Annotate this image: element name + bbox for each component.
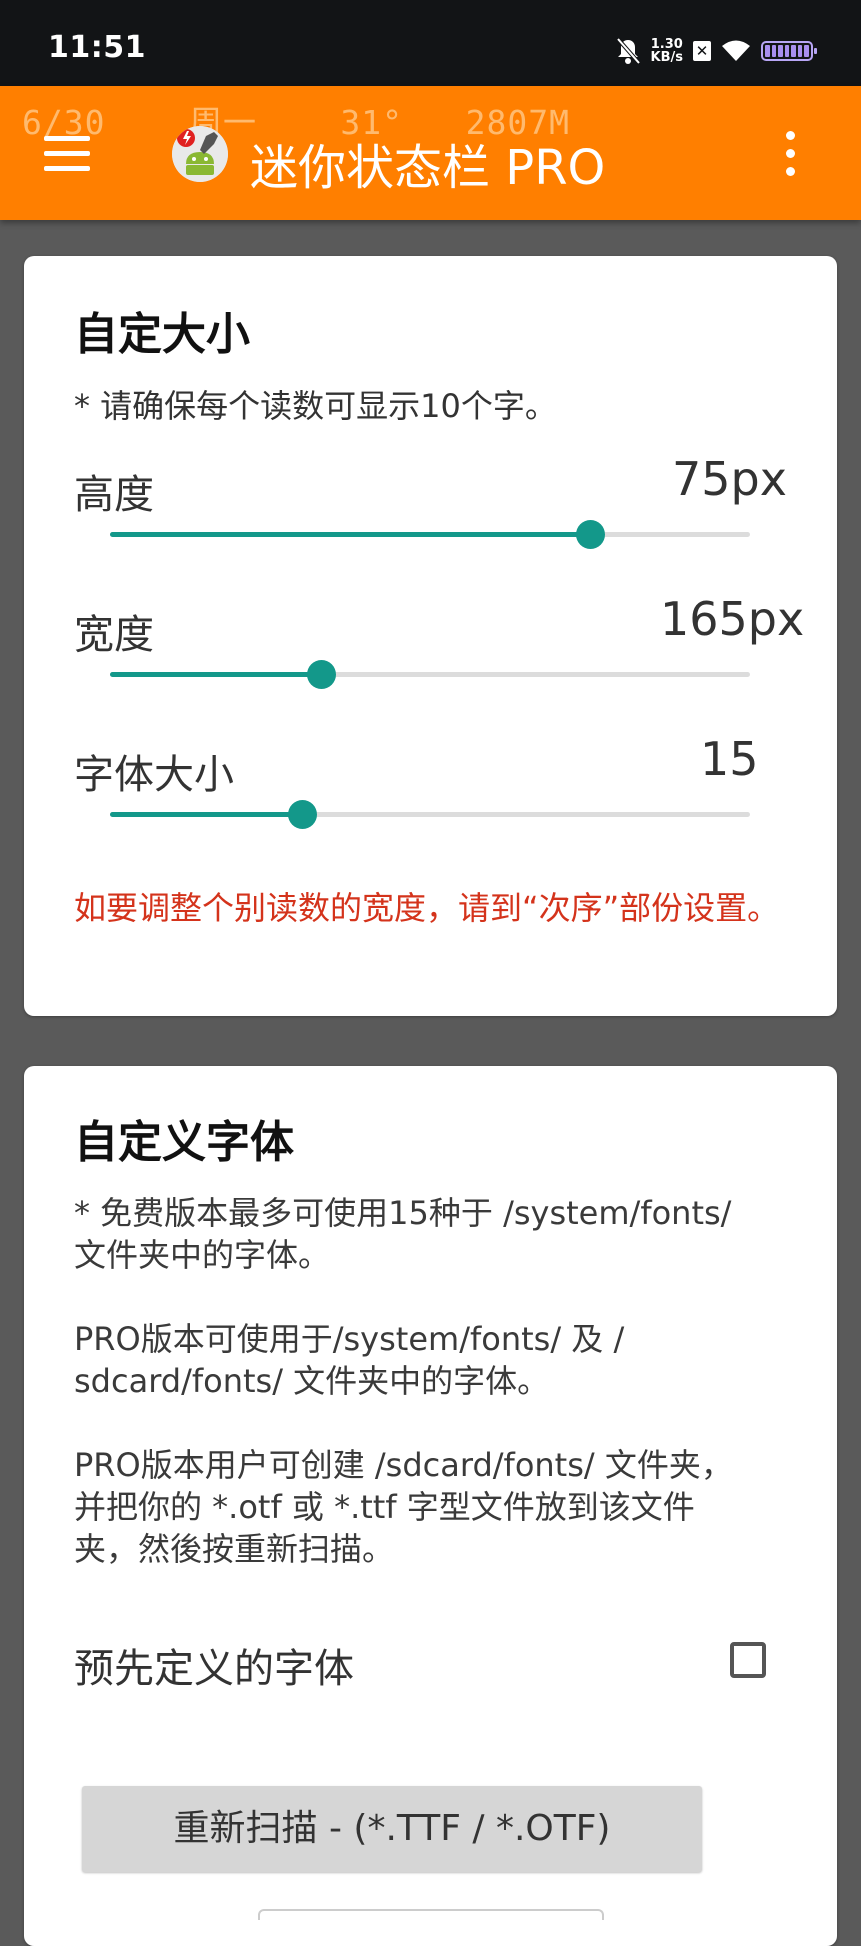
predefined-fonts-checkbox[interactable]: [730, 1642, 766, 1678]
width-order-warning: 如要调整个别读数的宽度，请到“次序”部份设置。: [74, 889, 780, 927]
width-slider[interactable]: [110, 660, 750, 689]
size-card-title: 自定大小: [74, 309, 250, 360]
width-value: 165px: [660, 592, 805, 646]
app-title: 迷你状态栏 PRO: [250, 140, 606, 196]
x-box-icon: ✕: [693, 41, 711, 61]
status-icons: 1.30 KB/s ✕: [615, 34, 817, 68]
rescan-button[interactable]: 重新扫描 - (*.TTF / *.OTF): [82, 1786, 702, 1872]
hamburger-menu-icon[interactable]: [44, 136, 90, 172]
battery-icon: [761, 41, 817, 61]
width-slider-thumb[interactable]: [307, 660, 337, 689]
height-label: 高度: [74, 472, 154, 518]
size-note: * 请确保每个读数可显示10个字。: [74, 387, 557, 425]
font-card-title: 自定义字体: [74, 1117, 294, 1168]
width-label: 宽度: [74, 612, 154, 658]
status-bar: 11:51 1.30 KB/s ✕: [0, 0, 861, 86]
net-speed: 1.30 KB/s: [650, 37, 683, 65]
bottom-sheet-handle: [258, 1909, 604, 1920]
app-logo-icon: [172, 126, 228, 182]
height-slider-thumb[interactable]: [576, 520, 605, 549]
status-time: 11:51: [48, 30, 146, 65]
pro-version-note: PRO版本可使用于/system/fonts/ 及 / sdcard/fonts…: [74, 1320, 625, 1400]
height-slider[interactable]: [110, 520, 750, 549]
more-vert-icon[interactable]: [780, 131, 800, 177]
mute-bell-icon: [616, 37, 641, 65]
wifi-icon: [722, 40, 750, 61]
font-card: 自定义字体 * 免费版本最多可使用15种于 /system/fonts/ 文件夹…: [24, 1066, 837, 1946]
free-version-note: * 免费版本最多可使用15种于 /system/fonts/ 文件夹中的字体。: [74, 1194, 732, 1274]
font-size-slider-thumb[interactable]: [288, 800, 317, 829]
height-value: 75px: [672, 452, 787, 506]
predefined-fonts-label: 预先定义的字体: [74, 1646, 354, 1692]
font-size-slider[interactable]: [110, 800, 750, 829]
pro-sdcard-note: PRO版本用户可创建 /sdcard/fonts/ 文件夹， 并把你的 *.ot…: [74, 1446, 733, 1568]
app-bar: 6/30 周一 31° 2807M 迷你状态栏 PRO: [0, 86, 861, 220]
font-size-value: 15: [700, 732, 759, 786]
size-card: 自定大小 * 请确保每个读数可显示10个字。 高度 75px 宽度 165px …: [24, 256, 837, 1016]
font-size-label: 字体大小: [74, 752, 234, 798]
